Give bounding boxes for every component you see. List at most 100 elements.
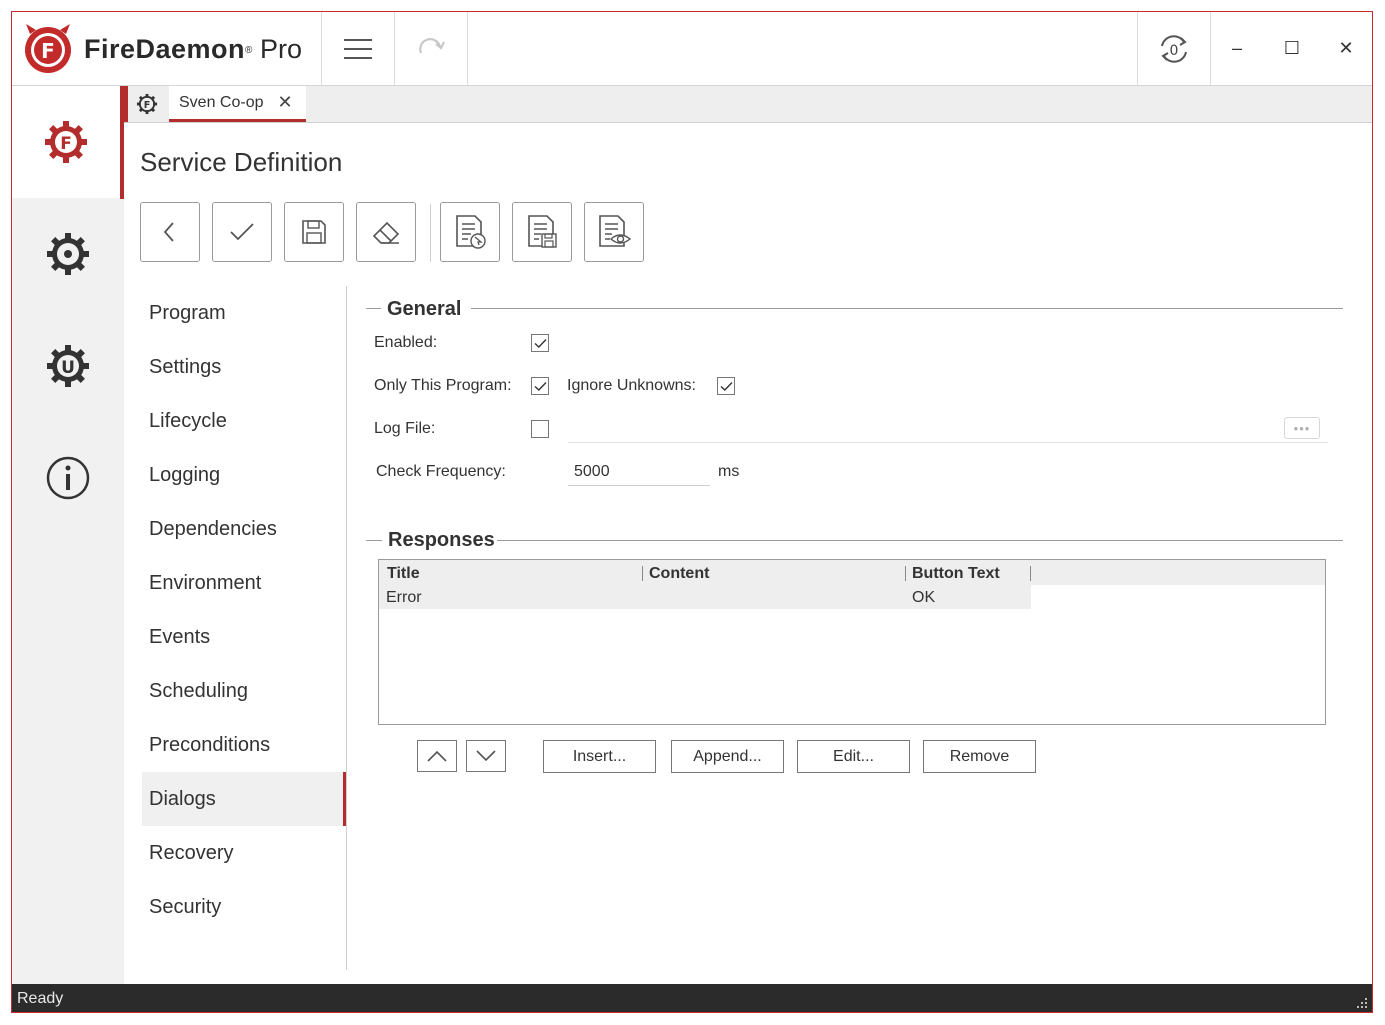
table-cell-content [641,585,904,609]
title-bar: F FireDaemon® Pro 0 – ☐ ✕ [12,12,1372,86]
save-button[interactable] [284,202,344,262]
chevron-up-icon [427,750,447,762]
resize-grip-icon[interactable] [1356,997,1368,1009]
enabled-checkbox[interactable] [531,334,549,352]
table-cell-title: Error [386,589,422,606]
edit-button[interactable]: Edit... [797,740,910,773]
nav-item-logging[interactable]: Logging [142,448,346,502]
firedaemon-gear-icon: F [136,93,158,115]
remove-button[interactable]: Remove [923,740,1036,773]
log-file-checkbox[interactable] [531,420,549,438]
close-button[interactable]: ✕ [1328,32,1364,64]
session-zero-icon: 0 [1161,34,1187,63]
tab-home[interactable]: F [124,86,166,122]
maximize-button[interactable]: ☐ [1274,32,1310,64]
leftbar-item-about[interactable] [12,422,124,534]
clear-button[interactable] [356,202,416,262]
only-this-program-checkbox[interactable] [531,377,549,395]
checkmark-icon [534,381,547,391]
document-cursor-icon [456,215,486,249]
navigation-divider [346,286,347,970]
status-text: Ready [17,990,64,1007]
responses-table[interactable]: Title Content Button Text Error OK [378,559,1326,725]
brand-suffix: Pro [259,34,302,64]
svg-text:F: F [144,100,151,111]
nav-item-program[interactable]: Program [142,286,346,340]
minimize-button[interactable]: – [1219,32,1255,64]
insert-button[interactable]: Insert... [543,740,656,773]
nav-item-lifecycle[interactable]: Lifecycle [142,394,346,448]
enabled-label: Enabled: [374,334,438,351]
responses-group-title: Responses [388,529,495,551]
nav-item-recovery[interactable]: Recovery [142,826,346,880]
group-line [366,540,382,541]
checkmark-icon [720,381,733,391]
back-button[interactable] [140,202,200,262]
brand-title: FireDaemon® Pro [84,34,302,64]
document-save-icon [528,215,557,248]
info-icon [46,456,90,500]
left-navigation-bar: F U [12,86,124,984]
only-this-program-label: Only This Program: [374,377,512,394]
document-eye-icon [599,215,632,247]
nav-item-scheduling[interactable]: Scheduling [142,664,346,718]
svg-text:U: U [61,358,75,378]
leftbar-item-settings[interactable] [12,198,124,310]
firedaemon-gear-icon: F [45,121,87,163]
group-line [497,540,1343,541]
move-down-button[interactable] [466,740,506,772]
column-divider [1030,566,1031,581]
log-file-browse-button[interactable]: ••• [1284,417,1320,439]
refresh-icon [419,37,445,53]
nav-item-dependencies[interactable]: Dependencies [142,502,346,556]
nav-item-preconditions[interactable]: Preconditions [142,718,346,772]
chevron-down-icon [476,750,496,762]
toolbar-divider [430,204,431,262]
column-header-content[interactable]: Content [641,560,904,585]
move-up-button[interactable] [417,740,457,772]
group-line [366,308,381,309]
nav-item-dialogs[interactable]: Dialogs [142,772,346,826]
table-cell-button-text: OK [912,589,936,606]
ignore-unknowns-checkbox[interactable] [717,377,735,395]
brand-name: FireDaemon [84,34,246,64]
apply-button[interactable] [212,202,272,262]
tab-close-icon[interactable]: ✕ [278,92,293,113]
tab-sven-co-op[interactable]: Sven Co-op ✕ [169,86,306,122]
chevron-left-icon [163,222,174,242]
import-button[interactable] [440,202,500,262]
table-header: Title Content Button Text [379,560,1325,585]
export-button[interactable] [512,202,572,262]
nav-item-settings[interactable]: Settings [142,340,346,394]
floppy-icon [302,220,326,244]
tab-label: Sven Co-op [179,93,264,111]
leftbar-item-updates[interactable]: U [12,310,124,422]
check-frequency-input[interactable] [568,458,710,486]
check-frequency-unit: ms [718,463,740,480]
refresh-button[interactable] [395,12,467,85]
menu-button[interactable] [322,12,394,85]
maximize-icon: ☐ [1283,37,1301,58]
hamburger-menu-icon [344,38,372,59]
page-title: Service Definition [140,147,343,177]
nav-item-events[interactable]: Events [142,610,346,664]
session-zero-button[interactable]: 0 [1138,12,1210,85]
gear-icon [47,233,89,275]
update-gear-icon: U [47,345,89,387]
check-icon [230,223,254,241]
column-header-title[interactable]: Title [379,560,642,585]
log-file-label: Log File: [374,420,436,437]
preview-button[interactable] [584,202,644,262]
nav-item-security[interactable]: Security [142,880,346,934]
nav-item-environment[interactable]: Environment [142,556,346,610]
column-header-button-text[interactable]: Button Text [904,560,1030,585]
svg-text:F: F [41,39,55,63]
ignore-unknowns-label: Ignore Unknowns: [567,377,696,394]
general-group-title: General [387,298,462,320]
log-file-path-field[interactable] [568,442,1328,443]
status-bar: Ready [12,984,1372,1012]
close-icon: ✕ [1338,37,1354,58]
check-frequency-label: Check Frequency: [376,463,506,480]
append-button[interactable]: Append... [671,740,784,773]
leftbar-item-services[interactable]: F [12,86,124,198]
